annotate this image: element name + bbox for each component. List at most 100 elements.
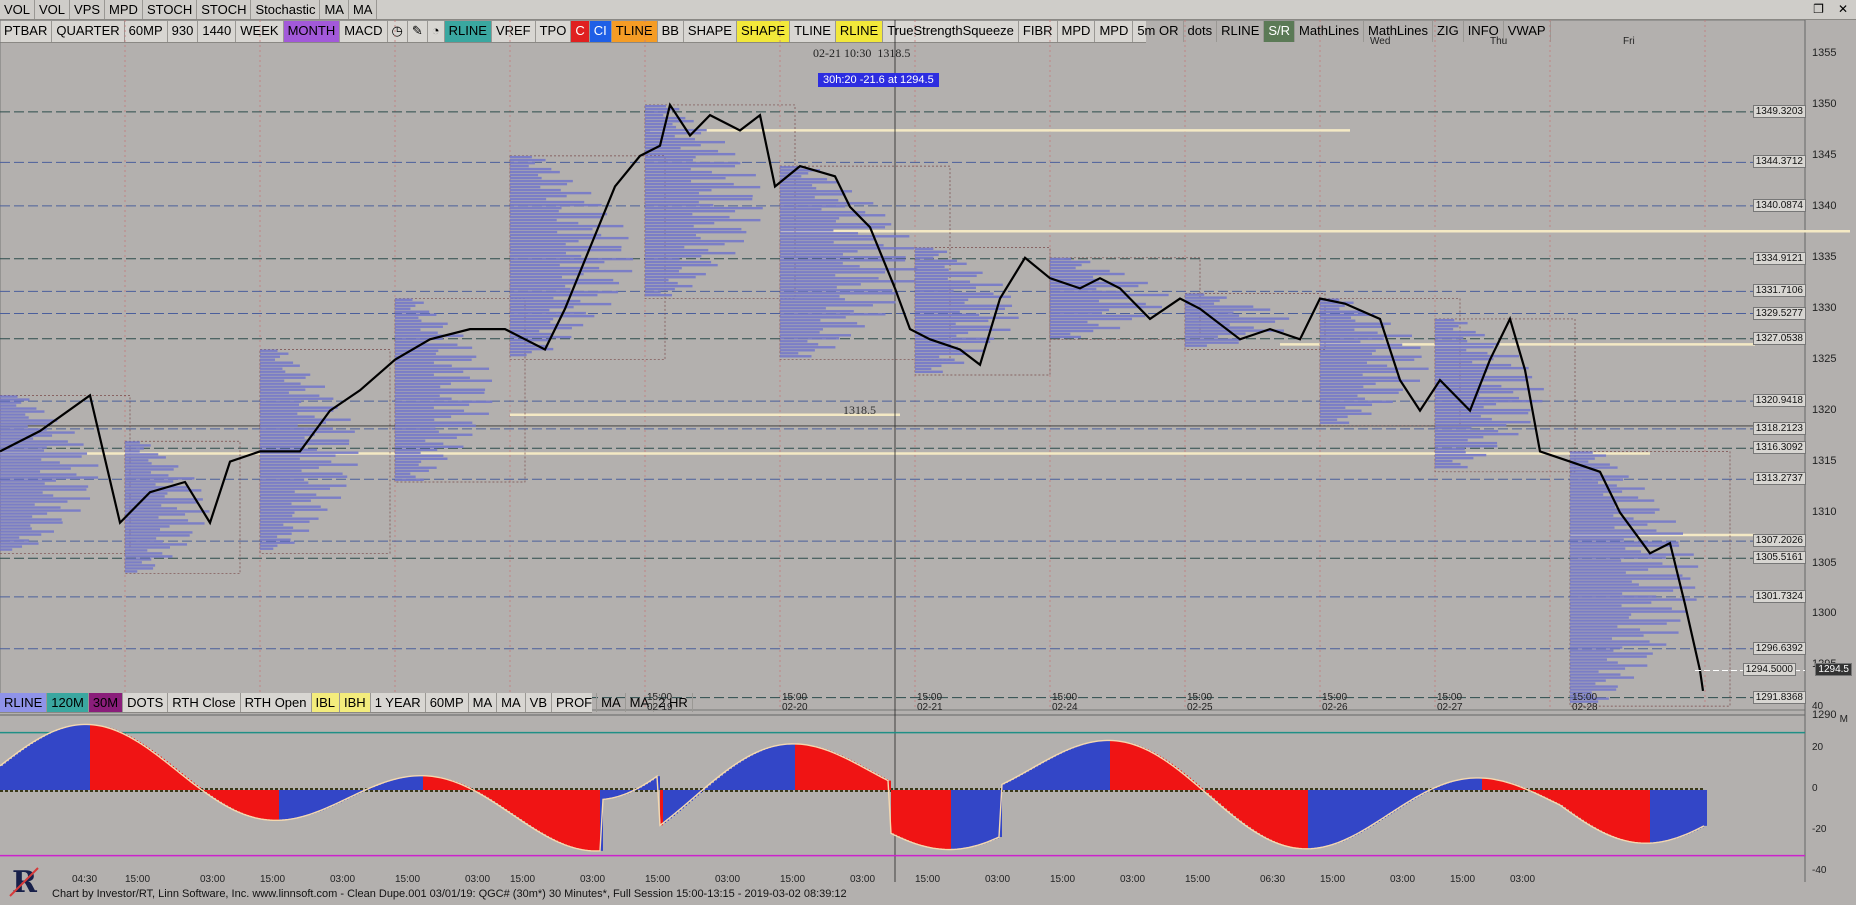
osc-bar	[744, 759, 747, 790]
tool3-prof-button[interactable]: PROF	[552, 693, 597, 712]
osc-bar	[1464, 779, 1467, 790]
tool3-rth-close-button[interactable]: RTH Close	[168, 693, 240, 712]
oscillator-axis-label: 20	[1812, 742, 1823, 753]
osc-bar	[1143, 748, 1146, 790]
osc-bar	[1446, 783, 1449, 790]
osc-bar	[606, 790, 609, 799]
osc-bar	[966, 790, 969, 848]
price-axis-label: 1305	[1812, 557, 1836, 569]
osc-bar	[558, 790, 561, 842]
top-vol-button[interactable]: VOL	[0, 0, 35, 19]
osc-bar	[975, 790, 978, 846]
top-stoch-button[interactable]: STOCH	[143, 0, 197, 19]
osc-bar	[489, 790, 492, 799]
osc-bar	[1467, 779, 1470, 790]
osc-bar	[1014, 778, 1017, 790]
tool3-dots-button[interactable]: DOTS	[123, 693, 168, 712]
date-label: 02-24	[1052, 703, 1078, 713]
tool3-ma-button[interactable]: MA	[469, 693, 498, 712]
osc-bar	[1290, 790, 1293, 847]
osc-bar	[1650, 790, 1653, 843]
close-icon[interactable]: ✕	[1838, 2, 1848, 16]
tool3-60mp-button[interactable]: 60MP	[426, 693, 469, 712]
bottom-time-label: 03:00	[465, 874, 490, 885]
osc-bar	[1275, 790, 1278, 842]
restore-icon[interactable]: ❐	[1813, 2, 1824, 16]
osc-bar	[159, 757, 162, 790]
bottom-time-label: 15:00	[510, 874, 535, 885]
osc-bar	[990, 790, 993, 841]
bottom-time-label: 15:00	[125, 874, 150, 885]
top-stoch-button[interactable]: STOCH	[197, 0, 251, 19]
osc-bar	[945, 790, 948, 849]
osc-bar	[741, 761, 744, 790]
osc-bar	[1671, 790, 1674, 840]
osc-bar	[264, 790, 267, 819]
osc-bar	[432, 776, 435, 790]
tool3-rline-button[interactable]: RLINE	[0, 693, 47, 712]
tool3-rth-open-button[interactable]: RTH Open	[241, 693, 312, 712]
osc-bar	[1605, 790, 1608, 833]
osc-bar	[399, 778, 402, 790]
top-vol-button[interactable]: VOL	[35, 0, 70, 19]
tool3-120m-button[interactable]: 120M	[47, 693, 89, 712]
osc-bar	[219, 790, 222, 802]
tool3-ibh-button[interactable]: IBH	[340, 693, 371, 712]
tool3-vb-button[interactable]: VB	[526, 693, 552, 712]
osc-bar	[48, 734, 51, 790]
osc-bar	[531, 790, 534, 827]
top-stochastic-button[interactable]: Stochastic	[251, 0, 320, 19]
osc-bar	[981, 790, 984, 844]
osc-bar	[1074, 747, 1077, 790]
chart-area[interactable]	[0, 20, 1856, 882]
price-axis-label: 1320	[1812, 404, 1836, 416]
osc-bar	[1260, 790, 1263, 835]
osc-bar	[1572, 790, 1575, 814]
chart-bottom-toolbar: RLINE120M30MDOTSRTH CloseRTH OpenIBLIBH1…	[0, 693, 592, 713]
osc-bar	[1218, 790, 1221, 803]
bottom-time-label: 03:00	[850, 874, 875, 885]
osc-bar	[1119, 741, 1122, 790]
top-mpd-button[interactable]: MPD	[105, 0, 143, 19]
top-ma-button[interactable]: MA	[349, 0, 378, 19]
osc-bar	[1293, 790, 1296, 848]
main-time-label: 15:0002-26	[1322, 693, 1348, 713]
osc-bar	[30, 744, 33, 790]
bottom-time-label: 06:30	[1260, 874, 1285, 885]
osc-bar	[114, 730, 117, 790]
osc-bar	[300, 790, 303, 817]
osc-bar	[573, 790, 576, 848]
osc-bar	[1356, 790, 1359, 834]
osc-bar	[1668, 790, 1671, 840]
osc-bar	[69, 726, 72, 790]
tool3-ma-button[interactable]: MA	[597, 693, 626, 712]
osc-bar	[1359, 790, 1362, 833]
osc-bar	[321, 790, 324, 810]
osc-bar	[543, 790, 546, 834]
tool3-ibl-button[interactable]: IBL	[312, 693, 341, 712]
osc-bar	[24, 748, 27, 790]
osc-bar	[1398, 790, 1401, 808]
oscillator-corner-label: M	[1840, 714, 1848, 725]
tool3-ma-button[interactable]: MA	[497, 693, 526, 712]
osc-bar	[1392, 790, 1395, 812]
osc-bar	[1560, 790, 1563, 805]
osc-bar	[609, 790, 612, 799]
osc-bar	[735, 765, 738, 790]
top-ma-button[interactable]: MA	[320, 0, 349, 19]
osc-bar	[918, 790, 921, 845]
top-vps-button[interactable]: VPS	[70, 0, 105, 19]
osc-bar	[723, 773, 726, 790]
osc-bar	[798, 744, 801, 790]
osc-bar	[1101, 741, 1104, 790]
price-axis-label: 1355	[1812, 47, 1836, 59]
osc-bar	[120, 732, 123, 790]
osc-bar	[789, 744, 792, 790]
osc-bar	[210, 790, 213, 796]
osc-bar	[507, 790, 510, 811]
osc-bar	[408, 777, 411, 790]
tool3-30m-button[interactable]: 30M	[89, 693, 123, 712]
bottom-time-label: 03:00	[580, 874, 605, 885]
tool3-1-year-button[interactable]: 1 YEAR	[371, 693, 426, 712]
osc-bar	[1374, 790, 1377, 824]
